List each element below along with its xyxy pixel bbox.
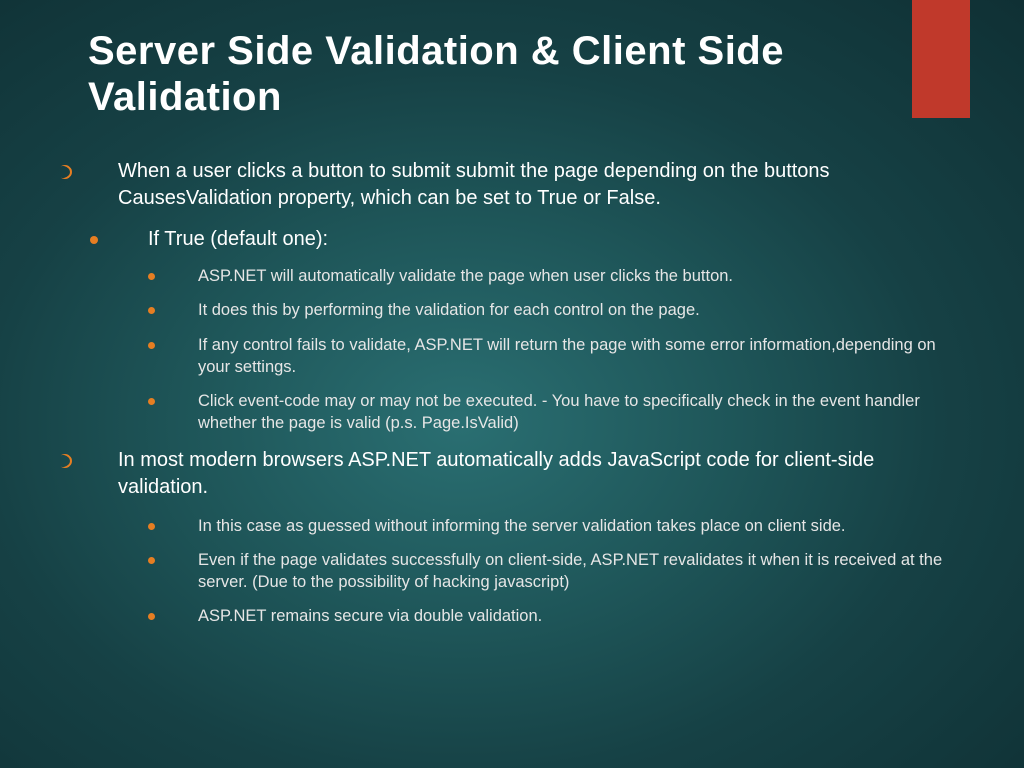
list-item: If any control fails to validate, ASP.NE…: [88, 334, 964, 379]
list-item: Click event-code may or may not be execu…: [88, 390, 964, 435]
slide-title: Server Side Validation & Client Side Val…: [88, 28, 848, 120]
list-item: It does this by performing the validatio…: [88, 299, 964, 321]
list-item: Even if the page validates successfully …: [88, 549, 964, 594]
list-item: In this case as guessed without informin…: [88, 515, 964, 537]
bullet-list: When a user clicks a button to submit su…: [88, 158, 964, 628]
slide: Server Side Validation & Client Side Val…: [0, 0, 1024, 628]
list-item: When a user clicks a button to submit su…: [88, 158, 964, 212]
list-item: If True (default one):: [88, 226, 964, 253]
list-item: ASP.NET will automatically validate the …: [88, 265, 964, 287]
accent-bar: [912, 0, 970, 118]
list-item: In most modern browsers ASP.NET automati…: [88, 447, 964, 501]
list-item: ASP.NET remains secure via double valida…: [88, 605, 964, 627]
